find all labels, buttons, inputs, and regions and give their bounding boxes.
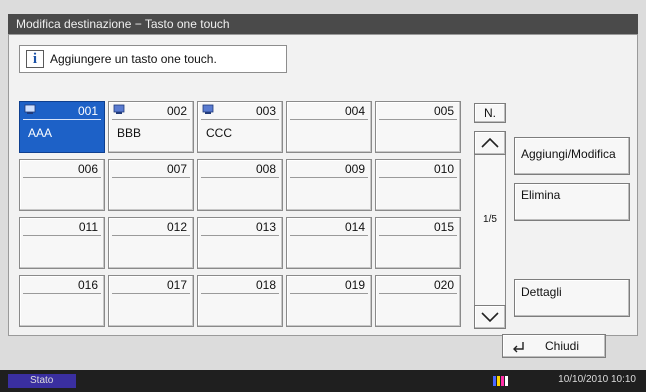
status-button[interactable]: Stato (8, 374, 76, 388)
message-box: i Aggiungere un tasto one touch. (19, 45, 287, 73)
key-number: 010 (433, 162, 454, 176)
one-touch-key[interactable]: 005 (375, 101, 461, 153)
key-divider (379, 293, 457, 294)
key-number: 001 (77, 104, 98, 118)
key-number: 017 (166, 278, 187, 292)
key-number: 011 (78, 220, 98, 234)
key-number: 008 (255, 162, 276, 176)
key-divider (112, 177, 190, 178)
one-touch-key[interactable]: 013 (197, 217, 283, 269)
key-name: BBB (117, 126, 142, 140)
add-edit-button-label: Aggiungi/Modifica (521, 147, 616, 161)
number-button-label: N. (484, 106, 496, 120)
date-time: 10/10/2010 10:10 (558, 374, 636, 385)
one-touch-key[interactable]: 009 (286, 159, 372, 211)
message-text: Aggiungere un tasto one touch. (50, 52, 217, 66)
number-button[interactable]: N. (474, 103, 506, 123)
key-number: 016 (77, 278, 98, 292)
close-button[interactable]: Chiudi (502, 334, 606, 358)
screen: Modifica destinazione − Tasto one touch … (0, 0, 646, 392)
key-number: 005 (433, 104, 454, 118)
one-touch-key[interactable]: 007 (108, 159, 194, 211)
key-divider (23, 177, 101, 178)
one-touch-key[interactable]: 015 (375, 217, 461, 269)
one-touch-key[interactable]: 003 CCC (197, 101, 283, 153)
one-touch-key[interactable]: 002 BBB (108, 101, 194, 153)
details-button-label: Dettagli (521, 285, 562, 299)
status-bar: Stato 10/10/2010 10:10 (0, 370, 646, 392)
one-touch-key[interactable]: 006 (19, 159, 105, 211)
one-touch-key[interactable]: 017 (108, 275, 194, 327)
destination-icon (24, 104, 36, 114)
key-name: CCC (206, 126, 232, 140)
key-number: 002 (166, 104, 187, 118)
details-button[interactable]: Dettagli (514, 279, 630, 317)
key-number: 004 (344, 104, 365, 118)
one-touch-key[interactable]: 016 (19, 275, 105, 327)
key-number: 009 (344, 162, 365, 176)
key-number: 019 (344, 278, 365, 292)
one-touch-key[interactable]: 019 (286, 275, 372, 327)
key-name: AAA (28, 126, 53, 140)
key-divider (112, 293, 190, 294)
page-scroller: 1/5 (474, 131, 506, 329)
key-divider (201, 235, 279, 236)
scroll-up-button[interactable] (474, 131, 506, 155)
main-panel: i Aggiungere un tasto one touch. 001 AAA 0… (8, 34, 638, 336)
return-arrow-icon (513, 342, 524, 353)
key-number: 007 (166, 162, 187, 176)
one-touch-key-grid: 001 AAA 002 BBB 003 CCC 004 005 006 007 008 009 010 0… (19, 101, 464, 327)
key-number: 020 (433, 278, 454, 292)
one-touch-key[interactable]: 014 (286, 217, 372, 269)
key-number: 014 (344, 220, 365, 234)
key-number: 018 (255, 278, 276, 292)
key-divider (290, 177, 368, 178)
add-edit-button[interactable]: Aggiungi/Modifica (514, 137, 630, 175)
key-divider (23, 293, 101, 294)
bottom-bar: Chiudi (0, 334, 646, 368)
key-number: 015 (433, 220, 454, 234)
key-divider (290, 119, 368, 120)
key-divider (379, 177, 457, 178)
key-divider (379, 235, 457, 236)
one-touch-key[interactable]: 011 (19, 217, 105, 269)
one-touch-key[interactable]: 010 (375, 159, 461, 211)
one-touch-key[interactable]: 001 AAA (19, 101, 105, 153)
key-number: 013 (255, 220, 276, 234)
key-number: 003 (255, 104, 276, 118)
key-divider (201, 119, 279, 120)
window-title: Modifica destinazione − Tasto one touch (8, 14, 638, 34)
one-touch-key[interactable]: 020 (375, 275, 461, 327)
info-icon: i (26, 50, 44, 68)
key-divider (112, 235, 190, 236)
one-touch-key[interactable]: 012 (108, 217, 194, 269)
destination-icon (202, 104, 214, 114)
key-divider (23, 119, 101, 120)
one-touch-key[interactable]: 008 (197, 159, 283, 211)
key-divider (23, 235, 101, 236)
status-label: Stato (30, 375, 54, 386)
key-divider (290, 235, 368, 236)
chevron-down-icon (481, 312, 499, 323)
delete-button[interactable]: Elimina (514, 183, 630, 221)
chevron-up-icon (481, 137, 499, 148)
one-touch-key[interactable]: 004 (286, 101, 372, 153)
key-divider (112, 119, 190, 120)
key-number: 006 (77, 162, 98, 176)
destination-icon (113, 104, 125, 114)
system-status-icon (493, 376, 508, 386)
close-button-label: Chiudi (545, 339, 580, 353)
one-touch-key[interactable]: 018 (197, 275, 283, 327)
scroll-down-button[interactable] (474, 305, 506, 329)
key-divider (201, 177, 279, 178)
key-divider (290, 293, 368, 294)
page-indicator: 1/5 (483, 214, 497, 225)
delete-button-label: Elimina (521, 188, 561, 202)
key-number: 012 (166, 220, 187, 234)
key-divider (379, 119, 457, 120)
key-divider (201, 293, 279, 294)
